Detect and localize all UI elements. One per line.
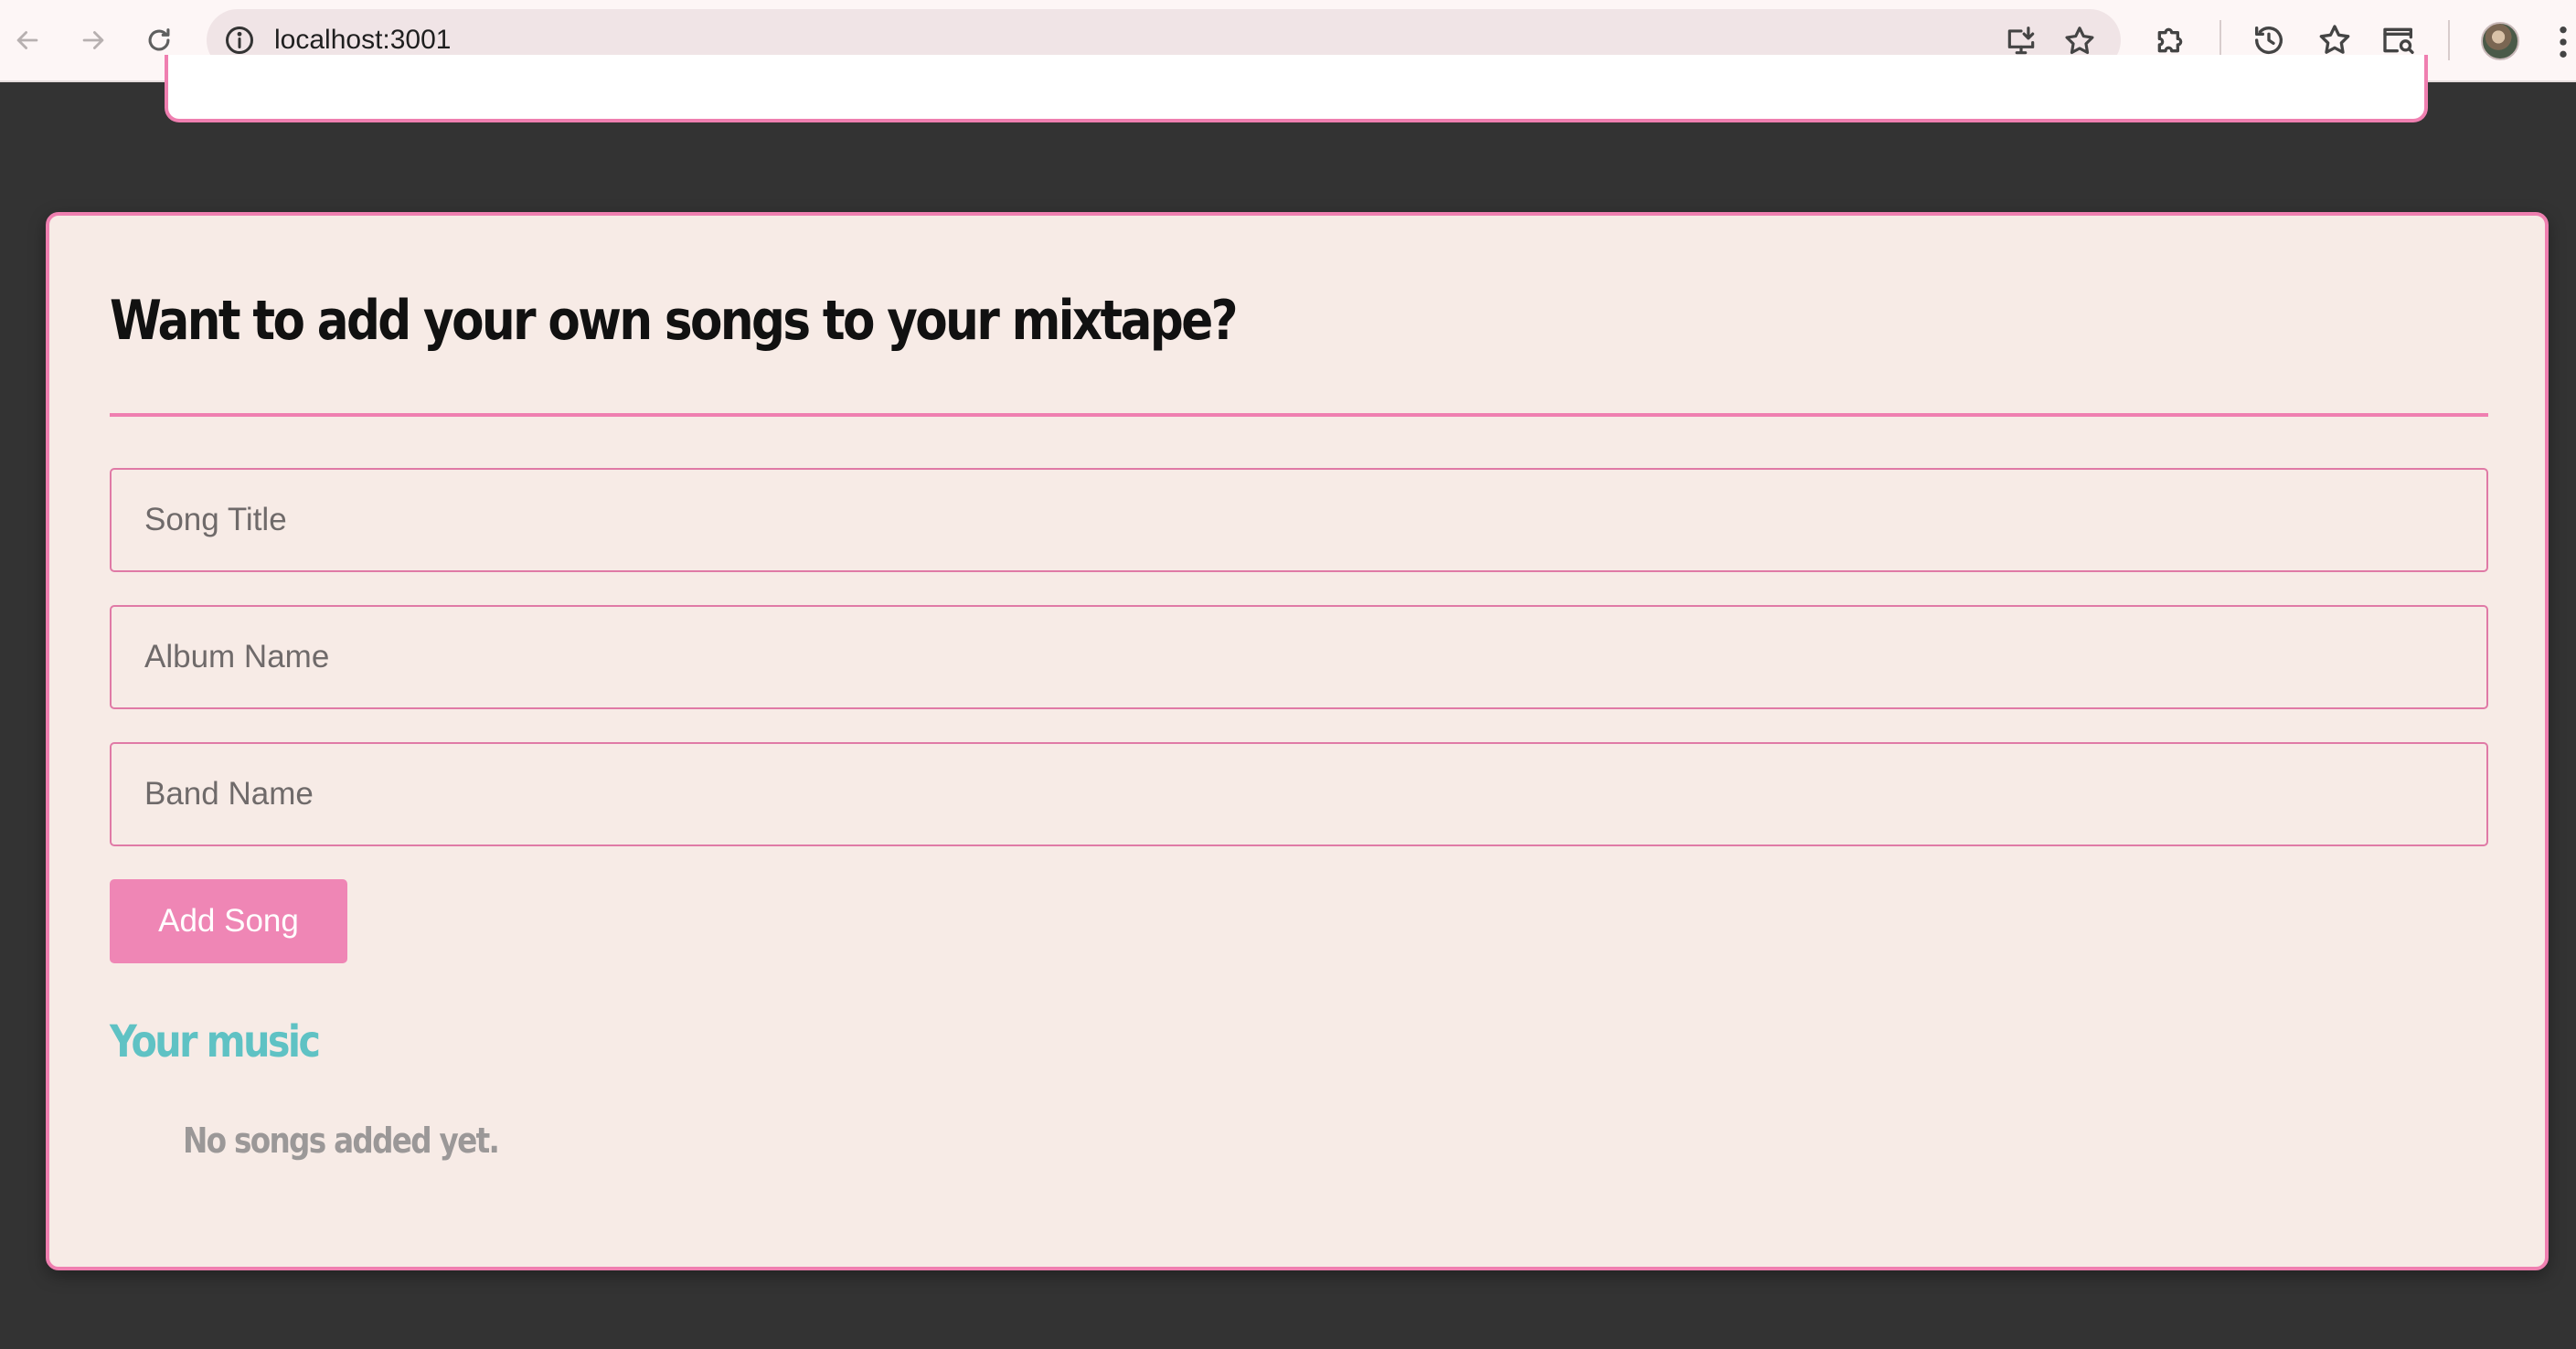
band-name-input[interactable] [110, 742, 2488, 846]
info-icon[interactable] [223, 24, 256, 57]
empty-songs-message: No songs added yet. [183, 1121, 500, 1161]
add-song-button[interactable]: Add Song [110, 879, 347, 963]
history-icon[interactable] [2251, 22, 2287, 58]
add-songs-card: Want to add your own songs to your mixta… [46, 212, 2549, 1270]
previous-card [165, 55, 2428, 122]
tab-search-icon[interactable] [2380, 22, 2417, 58]
album-name-input[interactable] [110, 605, 2488, 709]
forward-arrow-icon[interactable] [71, 18, 115, 62]
page-title: Want to add your own songs to your mixta… [110, 289, 1239, 353]
install-app-icon[interactable] [2004, 24, 2038, 58]
star-icon[interactable] [2062, 24, 2097, 58]
avatar[interactable] [2481, 22, 2519, 60]
divider [110, 413, 2488, 417]
puzzle-icon[interactable] [2152, 22, 2188, 58]
kebab-menu-icon[interactable] [2556, 24, 2571, 60]
back-arrow-icon[interactable] [5, 18, 49, 62]
your-music-heading: Your music [110, 1016, 321, 1068]
toolbar-separator [2448, 20, 2450, 60]
bookmarks-star-icon[interactable] [2316, 22, 2353, 58]
song-title-input[interactable] [110, 468, 2488, 572]
